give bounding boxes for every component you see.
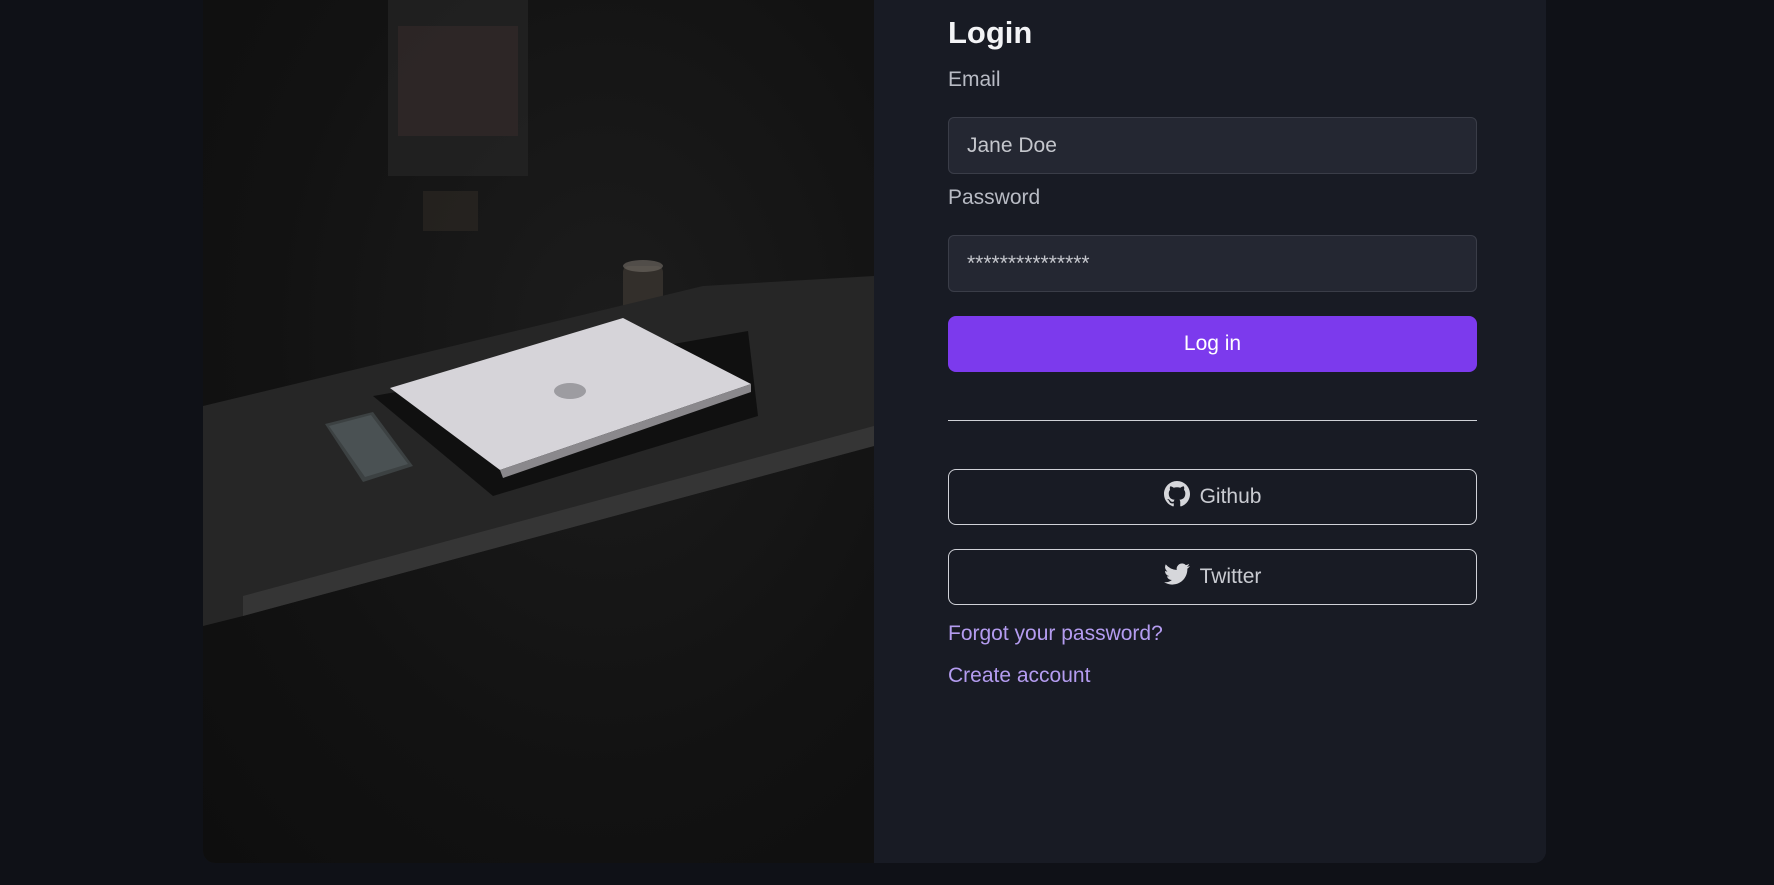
divider bbox=[948, 420, 1477, 421]
login-button[interactable]: Log in bbox=[948, 316, 1477, 372]
password-field[interactable]: *************** bbox=[948, 235, 1477, 292]
login-card: Login Email Jane Doe Password **********… bbox=[203, 0, 1546, 863]
laptop-desk-illustration bbox=[203, 0, 874, 626]
login-form: Login Email Jane Doe Password **********… bbox=[874, 0, 1546, 863]
email-field[interactable]: Jane Doe bbox=[948, 117, 1477, 174]
page-title: Login bbox=[948, 15, 1033, 50]
twitter-button[interactable]: Twitter bbox=[948, 549, 1477, 605]
hero-photo bbox=[203, 0, 874, 863]
twitter-icon bbox=[1163, 561, 1190, 593]
github-button-label: Github bbox=[1199, 485, 1262, 508]
password-label: Password bbox=[948, 186, 1041, 209]
create-account-link[interactable]: Create account bbox=[948, 664, 1090, 688]
email-label: Email bbox=[948, 68, 1001, 91]
twitter-button-label: Twitter bbox=[1199, 565, 1262, 588]
github-button[interactable]: Github bbox=[948, 469, 1477, 525]
github-icon bbox=[1163, 481, 1190, 513]
forgot-password-link[interactable]: Forgot your password? bbox=[948, 622, 1163, 646]
